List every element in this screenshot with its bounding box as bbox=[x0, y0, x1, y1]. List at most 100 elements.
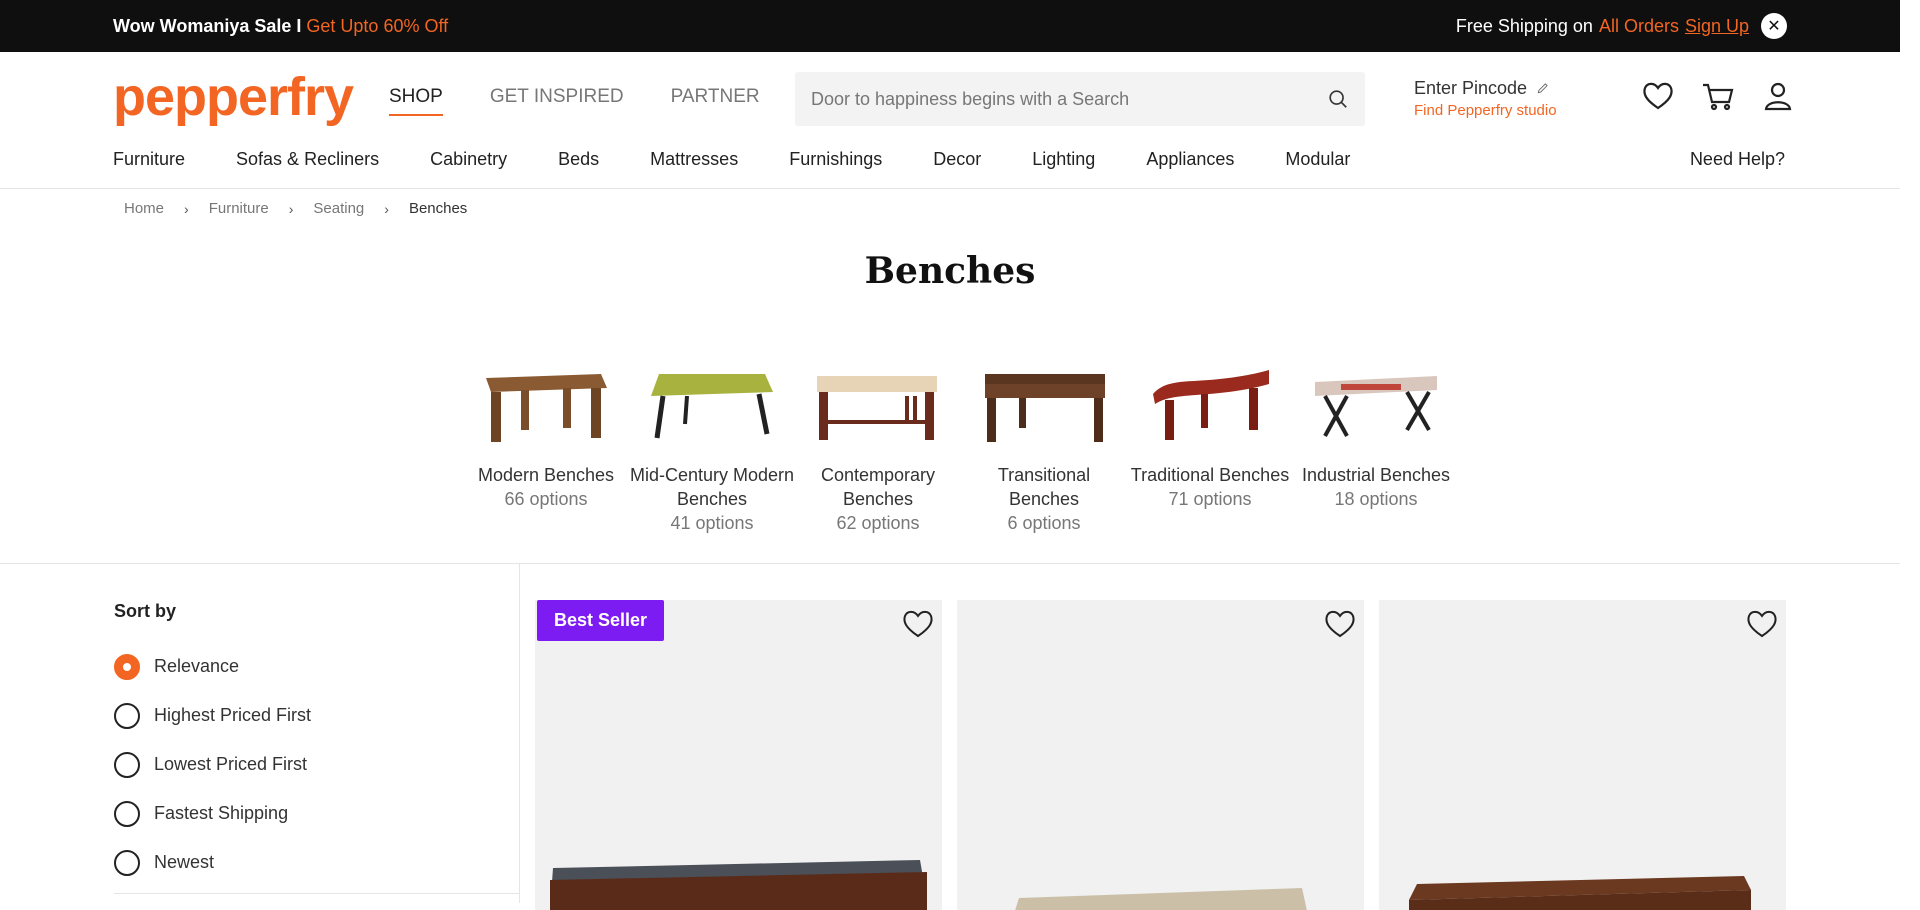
sort-option-label[interactable]: Lowest Priced First bbox=[154, 754, 307, 775]
subcategory-transitional-benches[interactable]: Transitional Benches 6 options bbox=[961, 360, 1127, 535]
nav-lighting[interactable]: Lighting bbox=[1032, 149, 1095, 170]
account-icon[interactable] bbox=[1760, 78, 1796, 114]
nav-modular[interactable]: Modular bbox=[1285, 149, 1350, 170]
nav-decor[interactable]: Decor bbox=[933, 149, 981, 170]
bench-thumbnail[interactable] bbox=[961, 360, 1127, 452]
promo-sale-label: Wow Womaniya Sale I bbox=[113, 15, 302, 36]
promo-shipping-label: Free Shipping on bbox=[1455, 15, 1593, 36]
subcategory-contemporary-benches[interactable]: Contemporary Benches 62 options bbox=[795, 360, 961, 535]
header: pepperfry SHOP GET INSPIRED PARTNER Ente… bbox=[0, 52, 1900, 144]
chevron-right-icon: › bbox=[288, 200, 294, 217]
bench-thumbnail[interactable] bbox=[1127, 360, 1293, 452]
sort-option-lowest-priced[interactable]: Lowest Priced First bbox=[114, 740, 311, 789]
breadcrumb-seating[interactable]: Seating bbox=[313, 200, 364, 217]
bench-thumbnail[interactable] bbox=[463, 360, 629, 452]
promo-sale[interactable]: Wow Womaniya Sale I Get Upto 60% Off bbox=[113, 16, 448, 37]
subcategory-traditional-benches[interactable]: Traditional Benches 71 options bbox=[1127, 360, 1293, 535]
sort-panel: Sort by Relevance Highest Priced First L… bbox=[114, 601, 311, 887]
subcategory-name[interactable]: Transitional Benches bbox=[961, 463, 1127, 511]
product-card[interactable] bbox=[957, 600, 1364, 910]
sort-option-label[interactable]: Relevance bbox=[154, 656, 239, 677]
nav-furnishings[interactable]: Furnishings bbox=[789, 149, 882, 170]
cart-icon[interactable] bbox=[1700, 78, 1736, 114]
pincode-label[interactable]: Enter Pincode bbox=[1414, 78, 1527, 98]
tab-get-inspired[interactable]: GET INSPIRED bbox=[490, 86, 624, 116]
product-image[interactable] bbox=[957, 820, 1364, 910]
breadcrumb: Home › Furniture › Seating › Benches bbox=[124, 200, 467, 217]
tab-shop[interactable]: SHOP bbox=[389, 86, 443, 116]
header-icons bbox=[1640, 78, 1796, 114]
sort-option-label[interactable]: Highest Priced First bbox=[154, 705, 311, 726]
need-help-link[interactable]: Need Help? bbox=[1690, 149, 1785, 170]
radio[interactable] bbox=[114, 751, 140, 778]
sort-option-label[interactable]: Newest bbox=[154, 852, 214, 873]
product-image[interactable] bbox=[1379, 820, 1786, 910]
radio-selected[interactable] bbox=[114, 653, 140, 680]
nav-furniture[interactable]: Furniture bbox=[113, 149, 185, 170]
pincode-widget[interactable]: Enter Pincode Find Pepperfry studio bbox=[1414, 78, 1557, 119]
tab-partner[interactable]: PARTNER bbox=[671, 86, 760, 116]
sort-option-relevance[interactable]: Relevance bbox=[114, 642, 311, 691]
sidebar-divider bbox=[519, 563, 520, 903]
sort-divider bbox=[114, 893, 519, 894]
category-nav: Furniture Sofas & Recliners Cabinetry Be… bbox=[0, 144, 1900, 189]
subcategory-name[interactable]: Industrial Benches bbox=[1293, 463, 1459, 487]
chevron-right-icon: › bbox=[184, 200, 189, 217]
product-image[interactable] bbox=[535, 820, 942, 910]
radio[interactable] bbox=[114, 800, 140, 827]
breadcrumb-furniture[interactable]: Furniture bbox=[209, 200, 269, 217]
subcategory-count: 6 options bbox=[1007, 513, 1081, 533]
subcategory-industrial-benches[interactable]: Industrial Benches 18 options bbox=[1293, 360, 1459, 535]
section-divider bbox=[0, 563, 1900, 564]
subcategory-count: 66 options bbox=[504, 489, 588, 509]
product-card[interactable] bbox=[1379, 600, 1786, 910]
sort-option-fastest-shipping[interactable]: Fastest Shipping bbox=[114, 789, 311, 838]
subcategory-strip: Modern Benches 66 options Mid-Century Mo… bbox=[463, 360, 1459, 535]
subcategory-count: 41 options bbox=[670, 513, 754, 533]
best-seller-badge: Best Seller bbox=[537, 600, 665, 641]
subcategory-name[interactable]: Contemporary Benches bbox=[795, 463, 961, 511]
product-card[interactable]: Best Seller bbox=[535, 600, 942, 910]
radio[interactable] bbox=[114, 849, 140, 876]
subcategory-count: 71 options bbox=[1168, 489, 1252, 509]
signup-link[interactable]: Sign Up bbox=[1685, 16, 1749, 37]
sort-title: Sort by bbox=[114, 601, 177, 621]
subcategory-modern-benches[interactable]: Modern Benches 66 options bbox=[463, 360, 629, 535]
main-tabs: SHOP GET INSPIRED PARTNER bbox=[389, 86, 760, 116]
logo[interactable]: pepperfry bbox=[113, 70, 354, 124]
wishlist-heart-icon[interactable] bbox=[900, 606, 936, 642]
wishlist-heart-icon[interactable] bbox=[1322, 606, 1358, 642]
search-bar bbox=[795, 72, 1365, 126]
subcategory-name[interactable]: Traditional Benches bbox=[1127, 463, 1293, 487]
chevron-right-icon: › bbox=[384, 200, 389, 217]
subcategory-count: 18 options bbox=[1334, 489, 1418, 509]
breadcrumb-home[interactable]: Home bbox=[124, 200, 164, 217]
sort-option-label[interactable]: Fastest Shipping bbox=[154, 803, 288, 824]
sort-option-highest-priced[interactable]: Highest Priced First bbox=[114, 691, 311, 740]
close-icon[interactable]: ✕ bbox=[1761, 13, 1787, 39]
nav-sofas-recliners[interactable]: Sofas & Recliners bbox=[236, 149, 379, 170]
nav-mattresses[interactable]: Mattresses bbox=[650, 149, 738, 170]
edit-pencil-icon[interactable] bbox=[1536, 81, 1550, 95]
sort-option-newest[interactable]: Newest bbox=[114, 838, 311, 887]
promo-sale-offer[interactable]: Get Upto 60% Off bbox=[306, 16, 448, 36]
bench-thumbnail[interactable] bbox=[1293, 360, 1459, 452]
nav-beds[interactable]: Beds bbox=[558, 149, 599, 170]
wishlist-icon[interactable] bbox=[1640, 78, 1676, 114]
subcategory-name[interactable]: Mid-Century Modern Benches bbox=[629, 463, 795, 511]
subcategory-name[interactable]: Modern Benches bbox=[463, 463, 629, 487]
bench-thumbnail[interactable] bbox=[629, 360, 795, 452]
nav-appliances[interactable]: Appliances bbox=[1146, 149, 1234, 170]
search-input[interactable] bbox=[811, 88, 1327, 110]
bench-thumbnail[interactable] bbox=[795, 360, 961, 452]
promo-shipping: Free Shipping on All Orders Sign Up ✕ bbox=[1456, 13, 1787, 39]
radio[interactable] bbox=[114, 702, 140, 729]
find-studio-link[interactable]: Find Pepperfry studio bbox=[1414, 102, 1557, 119]
wishlist-heart-icon[interactable] bbox=[1744, 606, 1780, 642]
search-icon[interactable] bbox=[1327, 88, 1349, 110]
nav-cabinetry[interactable]: Cabinetry bbox=[430, 149, 507, 170]
subcategory-mid-century-modern-benches[interactable]: Mid-Century Modern Benches 41 options bbox=[629, 360, 795, 535]
breadcrumb-benches: Benches bbox=[408, 200, 468, 217]
promo-shipping-scope: All Orders bbox=[1598, 15, 1679, 36]
subcategory-count: 62 options bbox=[836, 513, 920, 533]
